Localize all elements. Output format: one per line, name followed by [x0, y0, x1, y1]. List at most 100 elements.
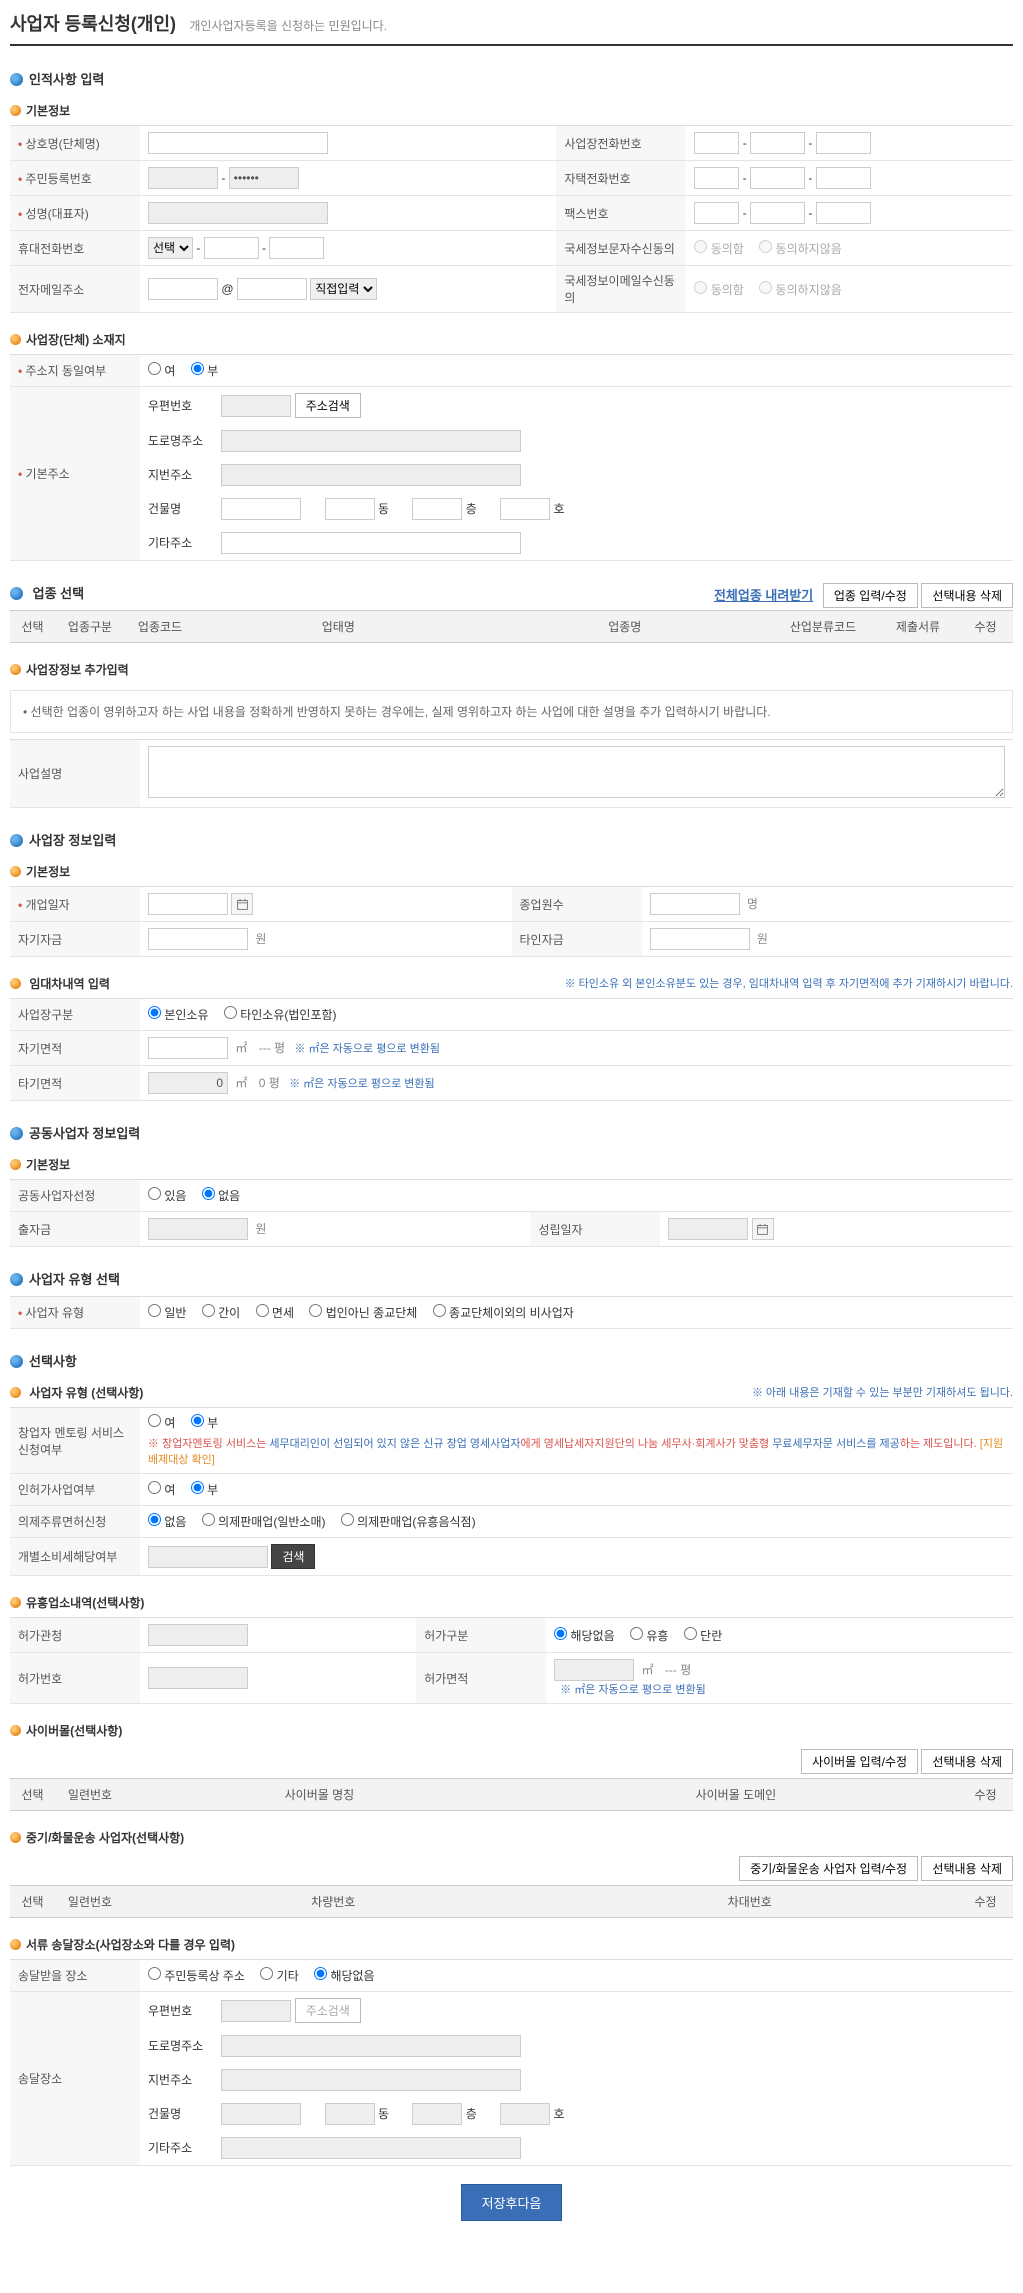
liquor-none[interactable] — [148, 1513, 161, 1526]
owner-table: 사업자 유형 일반 간이 면세 법인아닌 종교단체 종교단체이외의 비사업자 — [10, 1296, 1013, 1329]
subhead-lease: 임대차내역 입력 ※ 타인소유 외 본인소유분도 있는 경우, 임대차내역 입력… — [10, 969, 1013, 998]
owner-general[interactable] — [148, 1304, 161, 1317]
label-bizcat: 사업장구분 — [10, 999, 140, 1031]
label-liquor: 의제주류면허신청 — [10, 1506, 140, 1538]
selffund-input[interactable] — [148, 928, 248, 950]
cyber-grid: 선택 일련번호 사이버몰 명칭 사이버몰 도메인 수정 — [10, 1778, 1013, 1811]
permoffice-input — [148, 1624, 248, 1646]
indep-no[interactable] — [191, 1481, 204, 1494]
owner-simple[interactable] — [202, 1304, 215, 1317]
calendar-icon[interactable] — [231, 893, 253, 915]
recv-none[interactable] — [314, 1967, 327, 1980]
label-otherarea: 타기면적 — [10, 1066, 140, 1101]
permtype-y[interactable] — [630, 1627, 643, 1640]
mentor-no[interactable] — [191, 1414, 204, 1427]
bizcat-other[interactable] — [224, 1006, 237, 1019]
sameaddr-no[interactable] — [191, 362, 204, 375]
download-all-link[interactable]: 전체업종 내려받기 — [714, 588, 813, 603]
fax-3[interactable] — [816, 202, 871, 224]
indep-yes[interactable] — [148, 1481, 161, 1494]
recv-rrn[interactable] — [148, 1967, 161, 1980]
ho-input[interactable] — [500, 498, 550, 520]
mobile-3[interactable] — [269, 237, 324, 259]
dbldg-input — [221, 2103, 301, 2125]
section-biztype: 업종 선택 전체업종 내려받기 업종 입력/수정 선택내용 삭제 — [10, 575, 1013, 610]
cyber-del-button[interactable]: 선택내용 삭제 — [921, 1749, 1013, 1774]
label-permno: 허가번호 — [10, 1653, 140, 1704]
page-title: 사업자 등록신청(개인) — [10, 10, 176, 36]
selfarea-input[interactable] — [148, 1037, 228, 1059]
addr-search-button[interactable]: 주소검색 — [295, 393, 361, 418]
joint-no[interactable] — [202, 1187, 215, 1200]
liquor-ent[interactable] — [341, 1513, 354, 1526]
label-permarea: 허가면적 — [416, 1653, 546, 1704]
subhead-extra: 사업장정보 추가입력 — [10, 655, 1013, 684]
label-permtype: 허가구분 — [416, 1618, 546, 1653]
road-input — [221, 430, 521, 452]
permtype-n[interactable] — [684, 1627, 697, 1640]
bizcat-self[interactable] — [148, 1006, 161, 1019]
biztel-2[interactable] — [750, 132, 805, 154]
label-recvloc: 송달받을 장소 — [10, 1960, 140, 1992]
dong-input[interactable] — [325, 498, 375, 520]
otherarea-input — [148, 1072, 228, 1094]
sameaddr-yes[interactable] — [148, 362, 161, 375]
cyber-add-button[interactable]: 사이버몰 입력/수정 — [801, 1749, 918, 1774]
section-bizinfo: 사업장 정보입력 — [10, 822, 1013, 857]
otherfund-input[interactable] — [650, 928, 750, 950]
sms-agree — [694, 240, 707, 253]
hometl-3[interactable] — [816, 167, 871, 189]
hometl-1[interactable] — [694, 167, 739, 189]
detcaddr-input — [221, 2137, 521, 2159]
joint-table: 공동사업자선정 있음 없음 출자금 원 성립일자 — [10, 1179, 1013, 1247]
recv-other[interactable] — [260, 1967, 273, 1980]
delivery-table: 송달받을 장소 주민등록상 주소 기타 해당없음 송달장소 우편번호 주소검색 … — [10, 1959, 1013, 2166]
mobile-2[interactable] — [204, 237, 259, 259]
ddong-input — [325, 2103, 375, 2125]
label-selfarea: 자기면적 — [10, 1031, 140, 1066]
vehicle-add-button[interactable]: 중기/화물운송 사업자 입력/수정 — [739, 1856, 918, 1881]
fax-1[interactable] — [694, 202, 739, 224]
etcaddr-input[interactable] — [221, 532, 521, 554]
email-id[interactable] — [148, 278, 218, 300]
biztel-3[interactable] — [816, 132, 871, 154]
permtype-none[interactable] — [554, 1627, 567, 1640]
submit-button[interactable]: 저장후다음 — [461, 2184, 563, 2221]
label-contrib: 출자금 — [10, 1212, 140, 1247]
bizname-input[interactable] — [148, 132, 328, 154]
emp-input[interactable] — [650, 893, 740, 915]
mentor-yes[interactable] — [148, 1414, 161, 1427]
calendar-icon[interactable] — [752, 1218, 774, 1240]
fax-2[interactable] — [750, 202, 805, 224]
mobile-prefix[interactable]: 선택 — [148, 237, 193, 259]
label-zip: 우편번호 — [148, 397, 218, 414]
joint-yes[interactable] — [148, 1187, 161, 1200]
zip-input — [221, 395, 291, 417]
bizdesc-textarea[interactable] — [148, 746, 1005, 798]
email-select[interactable]: 직접입력 — [310, 278, 377, 300]
vehicle-del-button[interactable]: 선택내용 삭제 — [921, 1856, 1013, 1881]
dlot-input — [221, 2069, 521, 2091]
floor-input[interactable] — [412, 498, 462, 520]
label-email: 전자메일주소 — [10, 266, 140, 313]
open-date-input[interactable] — [148, 893, 228, 915]
label-mentoring: 창업자 멘토링 서비스 신청여부 — [10, 1408, 140, 1474]
biztel-1[interactable] — [694, 132, 739, 154]
liquor-gen[interactable] — [202, 1513, 215, 1526]
label-otherfund: 타인자금 — [512, 922, 642, 957]
bldg-input[interactable] — [221, 498, 301, 520]
email-domain[interactable] — [237, 278, 307, 300]
label-name: 성명(대표자) — [10, 196, 140, 231]
hometl-2[interactable] — [750, 167, 805, 189]
owner-nonrel[interactable] — [433, 1304, 446, 1317]
owner-exempt[interactable] — [256, 1304, 269, 1317]
indivtax-search-button[interactable]: 검색 — [271, 1544, 315, 1569]
contrib-input — [148, 1218, 248, 1240]
owner-corprel[interactable] — [309, 1304, 322, 1317]
label-road: 도로명주소 — [148, 432, 218, 449]
biz-delete-button[interactable]: 선택내용 삭제 — [921, 583, 1013, 608]
biz-add-edit-button[interactable]: 업종 입력/수정 — [823, 583, 918, 608]
label-sms: 국세정보문자수신동의 — [556, 231, 686, 266]
mail-disagree — [759, 281, 772, 294]
subhead-cyber: 사이버몰(선택사항) — [10, 1716, 1013, 1745]
